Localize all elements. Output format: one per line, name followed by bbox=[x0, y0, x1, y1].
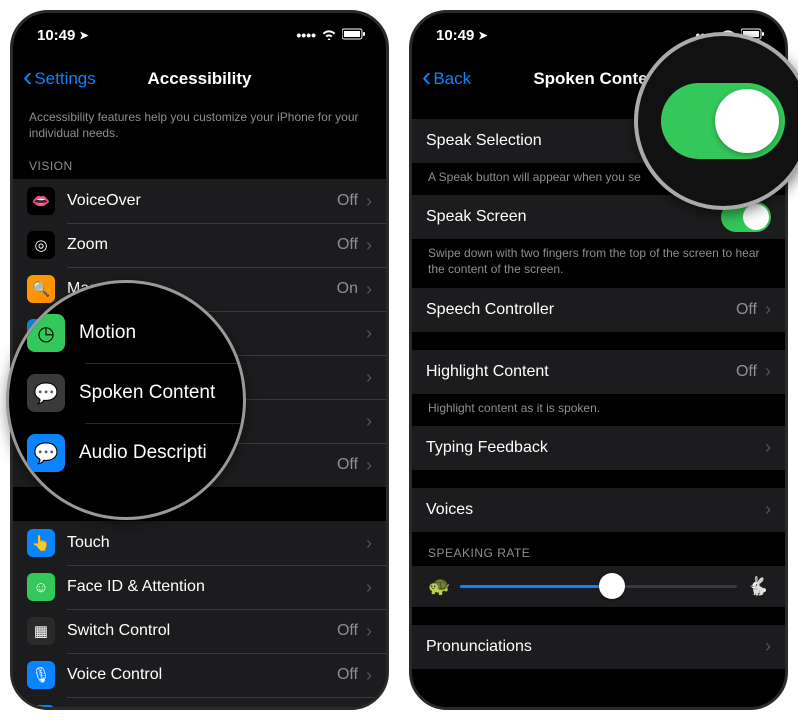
chevron-right-icon: › bbox=[366, 665, 372, 686]
clock: 10:49 bbox=[37, 27, 75, 44]
row-value: Off bbox=[337, 456, 358, 474]
row-value: Off bbox=[736, 363, 757, 381]
row-label: Highlight Content bbox=[426, 363, 736, 381]
row-label: Speech Controller bbox=[426, 301, 736, 319]
row-voiceover[interactable]: 👄 VoiceOver Off › bbox=[13, 179, 386, 223]
chevron-right-icon: › bbox=[366, 279, 372, 300]
row-highlight[interactable]: Highlight Content Off › bbox=[412, 350, 785, 394]
row-value: Off bbox=[736, 301, 757, 319]
chevron-right-icon: › bbox=[366, 191, 372, 212]
chevron-right-icon: › bbox=[765, 636, 771, 657]
row-label: Typing Feedback bbox=[426, 439, 765, 457]
row-label: Face ID & Attention bbox=[67, 578, 366, 596]
row-value: Off bbox=[337, 236, 358, 254]
status-time: 10:49 ➤ bbox=[37, 27, 89, 44]
chevron-right-icon: › bbox=[366, 577, 372, 598]
slider-track[interactable] bbox=[460, 585, 736, 588]
row-voices[interactable]: Voices › bbox=[412, 488, 785, 532]
slider-fill bbox=[460, 585, 612, 588]
touch-icon: 👆 bbox=[27, 529, 55, 557]
zoom-icon: ◎ bbox=[27, 231, 55, 259]
zoom-row-audiodesc[interactable]: 💬 Audio Descripti bbox=[9, 423, 243, 483]
row-label: Audio Descripti bbox=[79, 442, 225, 464]
switch-icon: ▦ bbox=[27, 617, 55, 645]
speak-selection-toggle[interactable] bbox=[661, 83, 785, 159]
location-icon: ➤ bbox=[478, 29, 487, 42]
clock: 10:49 bbox=[436, 27, 474, 44]
tortoise-icon: 🐢 bbox=[428, 576, 450, 597]
row-sidebtn[interactable]: ▢ Side Button › bbox=[13, 697, 386, 707]
chevron-right-icon: › bbox=[765, 361, 771, 382]
row-touch[interactable]: 👆 Touch › bbox=[13, 521, 386, 565]
row-zoom[interactable]: ◎ Zoom Off › bbox=[13, 223, 386, 267]
speaking-rate-slider[interactable]: 🐢 🐇 bbox=[412, 566, 785, 607]
row-label: Voice Control bbox=[67, 666, 337, 684]
zoom-row-motion[interactable]: ◷ Motion bbox=[9, 303, 243, 363]
chevron-right-icon: › bbox=[366, 323, 372, 344]
row-label: Pronunciations bbox=[426, 638, 765, 656]
chevron-right-icon: › bbox=[765, 437, 771, 458]
row-switch[interactable]: ▦ Switch Control Off › bbox=[13, 609, 386, 653]
vision-header: VISION bbox=[13, 145, 386, 179]
row-label: Voices bbox=[426, 501, 765, 519]
sidebtn-icon: ▢ bbox=[27, 705, 55, 707]
signal-icon: •••• bbox=[296, 27, 316, 43]
callout-spoken-content: ◷ Motion 💬 Spoken Content 💬 Audio Descri… bbox=[6, 280, 246, 520]
rate-header: SPEAKING RATE bbox=[412, 532, 785, 566]
chevron-right-icon: › bbox=[366, 455, 372, 476]
slider-thumb[interactable] bbox=[599, 573, 625, 599]
row-value: Off bbox=[337, 192, 358, 210]
location-icon: ➤ bbox=[79, 29, 88, 42]
chevron-right-icon: › bbox=[366, 411, 372, 432]
intro-text: Accessibility features help you customiz… bbox=[13, 101, 386, 145]
row-value: Off bbox=[337, 666, 358, 684]
row-value: On bbox=[337, 280, 358, 298]
row-label: Switch Control bbox=[67, 622, 337, 640]
callout-toggle-on bbox=[634, 32, 798, 210]
row-label: VoiceOver bbox=[67, 192, 337, 210]
status-icons: •••• bbox=[296, 27, 366, 43]
row-voicectrl[interactable]: 🎙 Voice Control Off › bbox=[13, 653, 386, 697]
back-label: Settings bbox=[34, 69, 95, 89]
chevron-right-icon: › bbox=[765, 499, 771, 520]
battery-icon bbox=[342, 27, 366, 43]
chevron-right-icon: › bbox=[366, 533, 372, 554]
faceid-icon: ☺ bbox=[27, 573, 55, 601]
audiodesc-icon: 💬 bbox=[27, 434, 65, 472]
highlight-footer: Highlight content as it is spoken. bbox=[412, 394, 785, 426]
status-time: 10:49 ➤ bbox=[436, 27, 488, 44]
voicectrl-icon: 🎙 bbox=[27, 661, 55, 689]
back-button[interactable]: Settings bbox=[23, 69, 96, 89]
row-label: Speak Screen bbox=[426, 208, 721, 226]
zoom-row-spoken[interactable]: 💬 Spoken Content bbox=[9, 363, 243, 423]
row-speech-controller[interactable]: Speech Controller Off › bbox=[412, 288, 785, 332]
chevron-right-icon: › bbox=[366, 367, 372, 388]
speak-screen-footer: Swipe down with two fingers from the top… bbox=[412, 239, 785, 287]
row-label: Spoken Content bbox=[79, 382, 225, 404]
back-label: Back bbox=[433, 69, 471, 89]
spoken-icon: 💬 bbox=[27, 374, 65, 412]
chevron-right-icon: › bbox=[366, 235, 372, 256]
row-pronunciations[interactable]: Pronunciations › bbox=[412, 625, 785, 669]
hare-icon: 🐇 bbox=[747, 576, 769, 597]
motion-icon: ◷ bbox=[27, 314, 65, 352]
magnifier-icon: 🔍 bbox=[27, 275, 55, 303]
nav-bar: Settings Accessibility bbox=[13, 57, 386, 101]
status-bar: 10:49 ➤ •••• bbox=[13, 13, 386, 57]
row-typing[interactable]: Typing Feedback › bbox=[412, 426, 785, 470]
chevron-right-icon: › bbox=[366, 621, 372, 642]
row-faceid[interactable]: ☺ Face ID & Attention › bbox=[13, 565, 386, 609]
chevron-right-icon: › bbox=[765, 299, 771, 320]
back-button[interactable]: Back bbox=[422, 69, 471, 89]
voiceover-icon: 👄 bbox=[27, 187, 55, 215]
toggle-knob bbox=[715, 89, 779, 153]
row-label: Zoom bbox=[67, 236, 337, 254]
wifi-icon bbox=[321, 27, 337, 43]
row-label: Touch bbox=[67, 534, 366, 552]
row-value: Off bbox=[337, 622, 358, 640]
row-label: Motion bbox=[79, 322, 225, 344]
